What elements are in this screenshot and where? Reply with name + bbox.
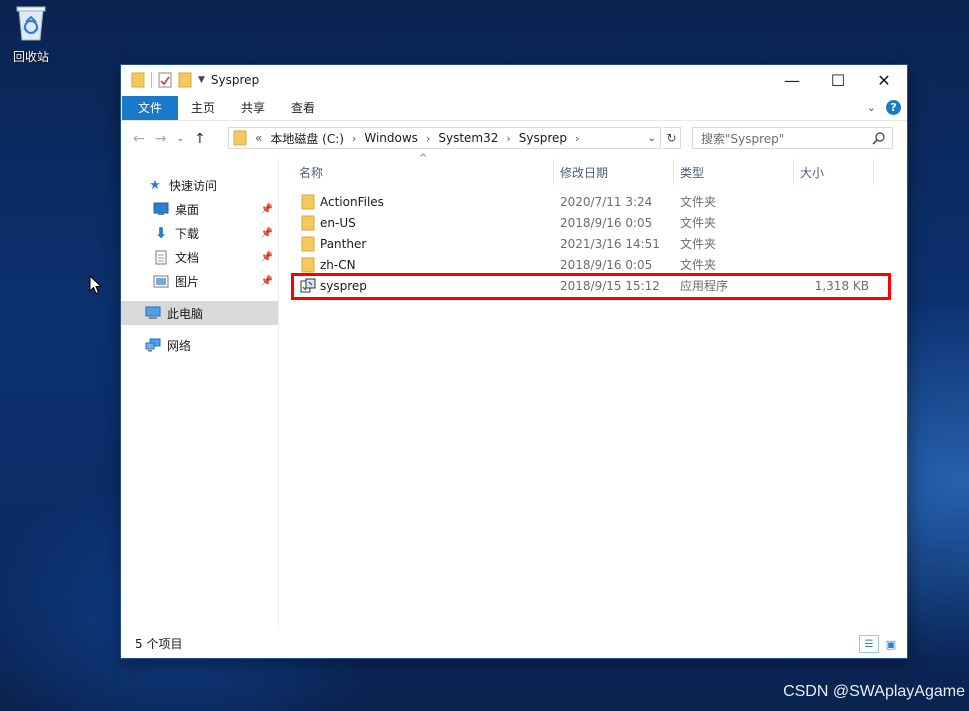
document-icon (153, 249, 169, 265)
table-row[interactable]: zh-CN 2018/9/16 0:05 文件夹 (293, 254, 883, 275)
breadcrumb-windows[interactable]: Windows › (364, 131, 438, 145)
details-view-icon: ☰ (864, 638, 874, 650)
computer-icon (145, 305, 161, 321)
column-header-date[interactable]: 修改日期 (560, 159, 608, 185)
ribbon-tabs: 文件 主页 共享 查看 ⌄ ? (121, 95, 907, 121)
folder-icon (233, 130, 247, 146)
pin-icon: 📌 (260, 251, 273, 263)
pin-icon: 📌 (260, 227, 273, 239)
download-icon: ⬇ (154, 224, 168, 242)
refresh-icon: ↻ (666, 131, 677, 145)
window-controls: — ☐ ✕ (769, 65, 907, 95)
breadcrumb-system32[interactable]: System32 › (438, 131, 518, 145)
tab-view[interactable]: 查看 (278, 99, 328, 116)
highlight-box (291, 273, 891, 300)
refresh-button[interactable]: ↻ (663, 127, 681, 149)
address-dropdown-icon[interactable]: ⌄ (648, 133, 656, 144)
column-header-type[interactable]: 类型 (680, 159, 704, 185)
help-icon[interactable]: ? (886, 100, 901, 115)
folder-icon (301, 194, 315, 209)
window-title: Sysprep (210, 73, 260, 87)
file-list: ^ 名称 修改日期 类型 大小 ActionFiles 2020/7/11 3:… (281, 153, 907, 629)
folder-icon (131, 72, 145, 88)
table-row[interactable]: ActionFiles 2020/7/11 3:24 文件夹 (293, 191, 883, 212)
sort-ascending-icon: ^ (419, 153, 428, 164)
recycle-bin-label: 回收站 (12, 50, 49, 64)
network-icon (145, 337, 161, 353)
column-header-size[interactable]: 大小 (800, 159, 824, 185)
star-icon: ★ (149, 177, 161, 193)
properties-icon[interactable] (158, 72, 172, 88)
search-icon (872, 132, 885, 145)
column-divider[interactable] (673, 159, 674, 185)
nav-quick-access[interactable]: ★ 快速访问 (147, 173, 303, 197)
nav-item-downloads[interactable]: ⬇ 下载 📌 (153, 221, 277, 245)
back-arrow-icon[interactable]: ← (133, 131, 145, 147)
navigation-pane: ★ 快速访问 桌面 📌 ⬇ 下载 📌 文档 📌 图片 📌 此电脑 网络 (121, 159, 279, 629)
explorer-window: ▼ Sysprep — ☐ ✕ 文件 主页 共享 查看 ⌄ ? ← → ⌄ ↑ … (121, 65, 907, 658)
nav-item-documents[interactable]: 文档 📌 (153, 245, 277, 269)
tab-file[interactable]: 文件 (122, 95, 178, 120)
up-arrow-icon[interactable]: ↑ (194, 131, 206, 147)
nav-item-desktop[interactable]: 桌面 📌 (153, 197, 277, 221)
pin-icon: 📌 (260, 203, 273, 215)
expand-ribbon-icon[interactable]: ⌄ (867, 101, 876, 114)
table-row[interactable]: Panther 2021/3/16 14:51 文件夹 (293, 233, 883, 254)
tab-home[interactable]: 主页 (178, 99, 228, 116)
item-count: 5 个项目 (135, 637, 183, 651)
customize-toolbar-icon[interactable]: ▼ (198, 75, 205, 85)
breadcrumb-overflow[interactable]: « (255, 131, 262, 145)
column-divider[interactable] (793, 159, 794, 185)
details-view-button[interactable]: ☰ (859, 635, 879, 653)
column-divider[interactable] (553, 159, 554, 185)
close-button[interactable]: ✕ (861, 65, 907, 95)
column-divider[interactable] (873, 159, 874, 185)
pictures-icon (153, 273, 169, 289)
navigation-bar: ← → ⌄ ↑ « 本地磁盘 (C:) › Windows › System32 › … (121, 125, 907, 153)
recycle-bin[interactable]: 回收站 (6, 2, 56, 65)
search-placeholder: 搜索"Sysprep" (701, 131, 785, 146)
folder-icon (301, 215, 315, 230)
breadcrumb-local-disk[interactable]: 本地磁盘 (C:) › (270, 130, 364, 147)
search-input[interactable]: 搜索"Sysprep" (692, 127, 893, 149)
column-header-name[interactable]: 名称 (299, 159, 323, 185)
recent-locations-icon[interactable]: ⌄ (176, 134, 184, 144)
folder-icon (301, 236, 315, 251)
new-folder-icon[interactable] (178, 72, 192, 88)
minimize-button[interactable]: — (769, 65, 815, 95)
nav-item-pictures[interactable]: 图片 📌 (153, 269, 277, 293)
tab-share[interactable]: 共享 (228, 99, 278, 116)
maximize-button[interactable]: ☐ (815, 65, 861, 95)
large-icons-view-button[interactable]: ▣ (881, 635, 901, 653)
quick-access-toolbar: ▼ (121, 72, 205, 88)
mouse-cursor-icon (89, 275, 103, 295)
status-bar: 5 个项目 ☰ ▣ (121, 629, 907, 658)
nav-network[interactable]: 网络 (145, 333, 301, 357)
folder-icon (301, 257, 315, 272)
breadcrumb-sysprep[interactable]: Sysprep › (519, 131, 588, 145)
address-bar[interactable]: « 本地磁盘 (C:) › Windows › System32 › Sysprep ›… (228, 127, 661, 149)
pin-icon: 📌 (260, 275, 273, 287)
large-icons-view-icon: ▣ (885, 637, 897, 651)
recycle-bin-icon (16, 6, 46, 41)
nav-this-pc[interactable]: 此电脑 (121, 301, 278, 325)
forward-arrow-icon[interactable]: → (155, 131, 167, 147)
desktop-icon (153, 201, 169, 217)
title-bar[interactable]: ▼ Sysprep — ☐ ✕ (121, 65, 907, 95)
toolbar-divider (151, 72, 152, 88)
watermark: CSDN @SWAplayAgame (783, 683, 965, 700)
table-row[interactable]: en-US 2018/9/16 0:05 文件夹 (293, 212, 883, 233)
